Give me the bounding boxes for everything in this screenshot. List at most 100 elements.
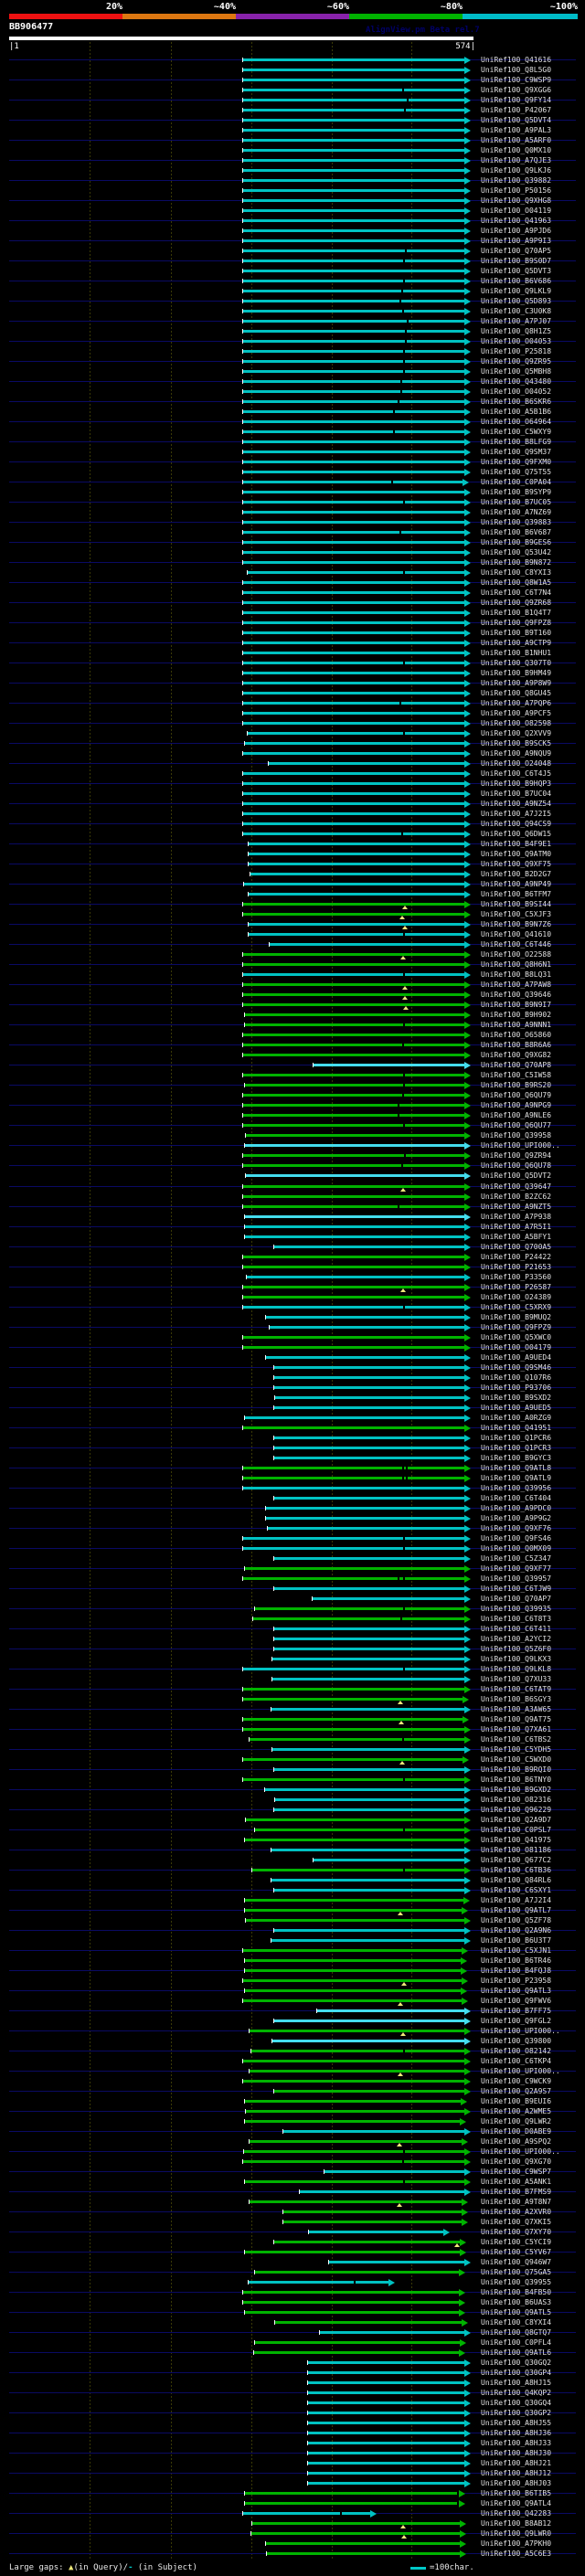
alignment-bar[interactable] [274,1648,464,1650]
hit-label[interactable]: UniRef100_Q9LKX3 [481,1655,551,1663]
alignment-bar[interactable] [245,2120,460,2123]
hit-label[interactable]: UniRef100_Q5DVT4 [481,116,551,124]
alignment-bar[interactable] [243,400,464,403]
alignment-bar[interactable] [243,832,464,835]
hit-label[interactable]: UniRef100_C5YCI9 [481,2238,551,2246]
hit-label[interactable]: UniRef100_Q9XG70 [481,2157,551,2166]
alignment-bar[interactable] [255,1829,464,1831]
alignment-bar[interactable] [266,1517,464,1520]
hit-label[interactable]: UniRef100_Q70AP7 [481,1595,551,1603]
hit-label[interactable]: UniRef100_Q5MBH8 [481,367,551,376]
alignment-bar[interactable] [243,109,464,111]
alignment-bar[interactable] [243,58,464,61]
alignment-bar[interactable] [308,2361,464,2364]
hit-label[interactable]: UniRef100_Q8GTQ7 [481,2328,551,2337]
hit-label[interactable]: UniRef100_A8HJ36 [481,2429,551,2437]
alignment-bar[interactable] [243,973,464,976]
hit-label[interactable]: UniRef100_A0RZG9 [481,1414,551,1422]
alignment-bar[interactable] [271,1879,464,1882]
alignment-bar[interactable] [274,2241,460,2243]
alignment-bar[interactable] [243,360,464,363]
hit-label[interactable]: UniRef100_P26587 [481,1283,551,1291]
hit-label[interactable]: UniRef100_C5YV67 [481,2248,551,2256]
hit-label[interactable]: UniRef100_Q9ATL7 [481,1906,551,1914]
alignment-bar[interactable] [245,1839,464,1841]
alignment-bar[interactable] [249,2281,388,2284]
alignment-bar[interactable] [308,2391,464,2394]
alignment-bar[interactable] [268,1527,464,1530]
alignment-bar[interactable] [243,702,464,705]
alignment-bar[interactable] [309,2231,443,2233]
hit-label[interactable]: UniRef100_Q96229 [481,1806,551,1814]
hit-label[interactable]: UniRef100_Q9LWR0 [481,2529,551,2538]
hit-label[interactable]: UniRef100_A3AW65 [481,1705,551,1713]
alignment-bar[interactable] [252,1869,464,1871]
hit-label[interactable]: UniRef100_Q2A9D7 [481,1816,551,1824]
alignment-bar[interactable] [243,1537,464,1540]
alignment-bar[interactable] [243,1266,464,1268]
alignment-bar[interactable] [266,1316,464,1319]
hit-label[interactable]: UniRef100_A9PDC0 [481,1504,551,1512]
hit-label[interactable]: UniRef100_A9NPG9 [481,1101,551,1109]
hit-label[interactable]: UniRef100_Q9FGL2 [481,2017,551,2025]
hit-label[interactable]: UniRef100_B6TIB5 [481,2489,551,2497]
hit-label[interactable]: UniRef100_A9CTP9 [481,639,551,647]
alignment-bar[interactable] [243,199,464,202]
alignment-bar[interactable] [275,2321,462,2324]
hit-label[interactable]: UniRef100_Q2XVV9 [481,729,551,737]
hit-label[interactable]: UniRef100_Q700A5 [481,1243,551,1251]
alignment-bar[interactable] [245,2180,464,2183]
alignment-bar[interactable] [267,2552,460,2555]
hit-label[interactable]: UniRef100_B2D2G7 [481,870,551,878]
alignment-bar[interactable] [254,2351,459,2354]
hit-label[interactable]: UniRef100_C6T4J5 [481,769,551,778]
hit-label[interactable]: UniRef100_Q4KQP2 [481,2389,551,2397]
alignment-bar[interactable] [243,631,464,634]
hit-label[interactable]: UniRef100_Q39955 [481,2278,551,2286]
alignment-bar[interactable] [243,1306,464,1309]
alignment-bar[interactable] [243,380,464,383]
alignment-bar[interactable] [243,722,464,725]
hit-label[interactable]: UniRef100_A9T8N7 [481,2198,551,2206]
hit-label[interactable]: UniRef100_B8AB12 [481,2519,551,2528]
alignment-bar[interactable] [243,1336,464,1339]
hit-label[interactable]: UniRef100_A5BFY1 [481,1233,551,1241]
hit-label[interactable]: UniRef100_C8YXI4 [481,2318,551,2327]
hit-label[interactable]: UniRef100_Q5DVT2 [481,1171,551,1180]
hit-label[interactable]: UniRef100_C0PFL4 [481,2338,551,2347]
hit-label[interactable]: UniRef100_Q9ZR94 [481,1151,551,1160]
alignment-bar[interactable] [243,2080,464,2083]
alignment-bar[interactable] [243,471,464,473]
hit-label[interactable]: UniRef100_P21653 [481,1263,551,1271]
alignment-bar[interactable] [255,2341,460,2344]
hit-label[interactable]: UniRef100_B1Q4T7 [481,609,551,617]
alignment-bar[interactable] [243,290,464,292]
hit-label[interactable]: UniRef100_Q43480 [481,377,551,386]
hit-label[interactable]: UniRef100_A8HJ15 [481,2379,551,2387]
hit-label[interactable]: UniRef100_Q9LKL9 [481,287,551,295]
alignment-bar[interactable] [271,1849,464,1851]
alignment-bar[interactable] [243,149,464,152]
hit-label[interactable]: UniRef100_Q39956 [481,1484,551,1492]
alignment-bar[interactable] [243,350,464,353]
alignment-bar[interactable] [243,652,464,654]
hit-label[interactable]: UniRef100_C0PA04 [481,478,551,486]
hit-label[interactable]: UniRef100_Q5D893 [481,297,551,305]
hit-label[interactable]: UniRef100_A9PAL3 [481,126,551,134]
hit-label[interactable]: UniRef100_C5YDH5 [481,1745,551,1754]
alignment-bar[interactable] [245,2502,459,2505]
hit-label[interactable]: UniRef100_Q9SM46 [481,1363,551,1372]
alignment-bar[interactable] [243,1467,464,1469]
hit-label[interactable]: UniRef100_A9NQU9 [481,749,551,758]
hit-label[interactable]: UniRef100_Q0MX09 [481,1544,551,1553]
alignment-bar[interactable] [250,2070,464,2072]
hit-label[interactable]: UniRef100_Q9FY14 [481,96,551,104]
hit-label[interactable]: UniRef100_Q39935 [481,1605,551,1613]
alignment-bar[interactable] [245,1084,464,1087]
alignment-bar[interactable] [272,1658,464,1660]
hit-label[interactable]: UniRef100_B7FF75 [481,2007,551,2015]
alignment-bar[interactable] [250,2200,462,2203]
hit-label[interactable]: UniRef100_Q9XF77 [481,1564,551,1573]
alignment-bar[interactable] [243,1286,464,1288]
hit-label[interactable]: UniRef100_A9NNN1 [481,1021,551,1029]
